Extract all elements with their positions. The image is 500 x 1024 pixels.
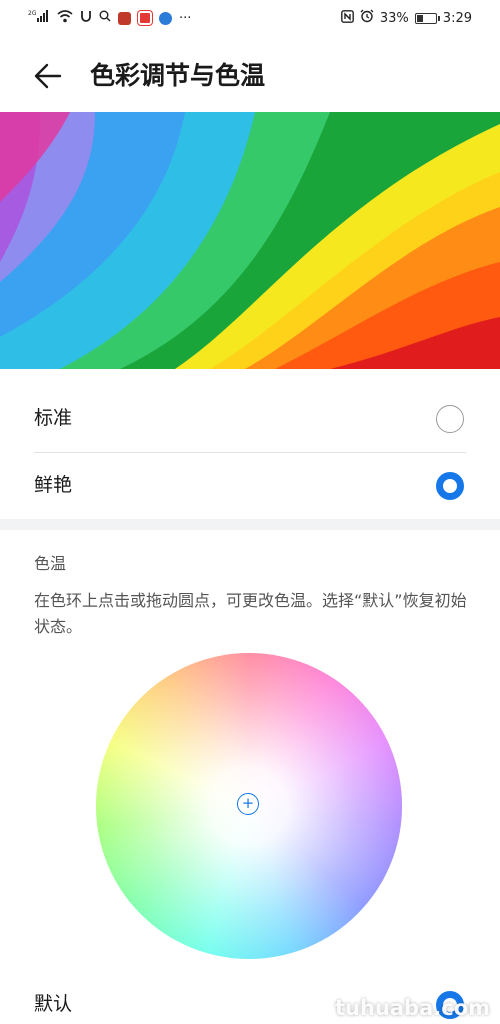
alarm-icon — [360, 9, 374, 27]
app-bar: 色彩调节与色温 — [0, 44, 500, 108]
more-notifications: ··· — [179, 10, 192, 26]
battery-icon — [414, 12, 440, 24]
clock: 3:29 — [442, 10, 472, 26]
app-icon — [118, 11, 131, 25]
battery-percent: 33% — [379, 10, 409, 26]
plus-icon: + — [241, 794, 255, 812]
network-type-label: 2G — [28, 10, 37, 17]
mode-label-vivid: 鲜艳 — [34, 474, 73, 496]
search-icon — [99, 10, 111, 26]
radio-standard[interactable] — [436, 405, 464, 433]
mode-option-vivid[interactable]: 鲜艳 — [0, 453, 500, 519]
color-wheel[interactable]: + — [96, 653, 402, 959]
color-temp-title: 色温 — [34, 554, 67, 573]
watermark: tuhuaba.com — [335, 996, 490, 1020]
mode-option-standard[interactable]: 标准 — [0, 386, 500, 452]
wifi-icon — [57, 9, 73, 27]
color-preview-image — [0, 112, 500, 369]
nfc-icon — [340, 9, 354, 27]
default-label: 默认 — [34, 993, 73, 1015]
back-arrow-icon — [34, 63, 62, 89]
usb-icon — [80, 10, 92, 27]
color-wheel-handle[interactable]: + — [237, 793, 259, 815]
radio-vivid[interactable] — [436, 472, 464, 500]
signal-icon: 2G — [28, 9, 50, 27]
status-bar: 2G ··· 33% 3:29 — [0, 0, 500, 36]
back-button[interactable] — [30, 58, 66, 94]
app-icon — [159, 11, 172, 25]
page-title: 色彩调节与色温 — [90, 61, 266, 90]
mode-label-standard: 标准 — [34, 407, 73, 429]
app-icon — [138, 11, 152, 25]
color-temp-description: 在色环上点击或拖动圆点，可更改色温。选择“默认”恢复初始状态。 — [34, 591, 467, 636]
section-separator — [0, 519, 500, 530]
